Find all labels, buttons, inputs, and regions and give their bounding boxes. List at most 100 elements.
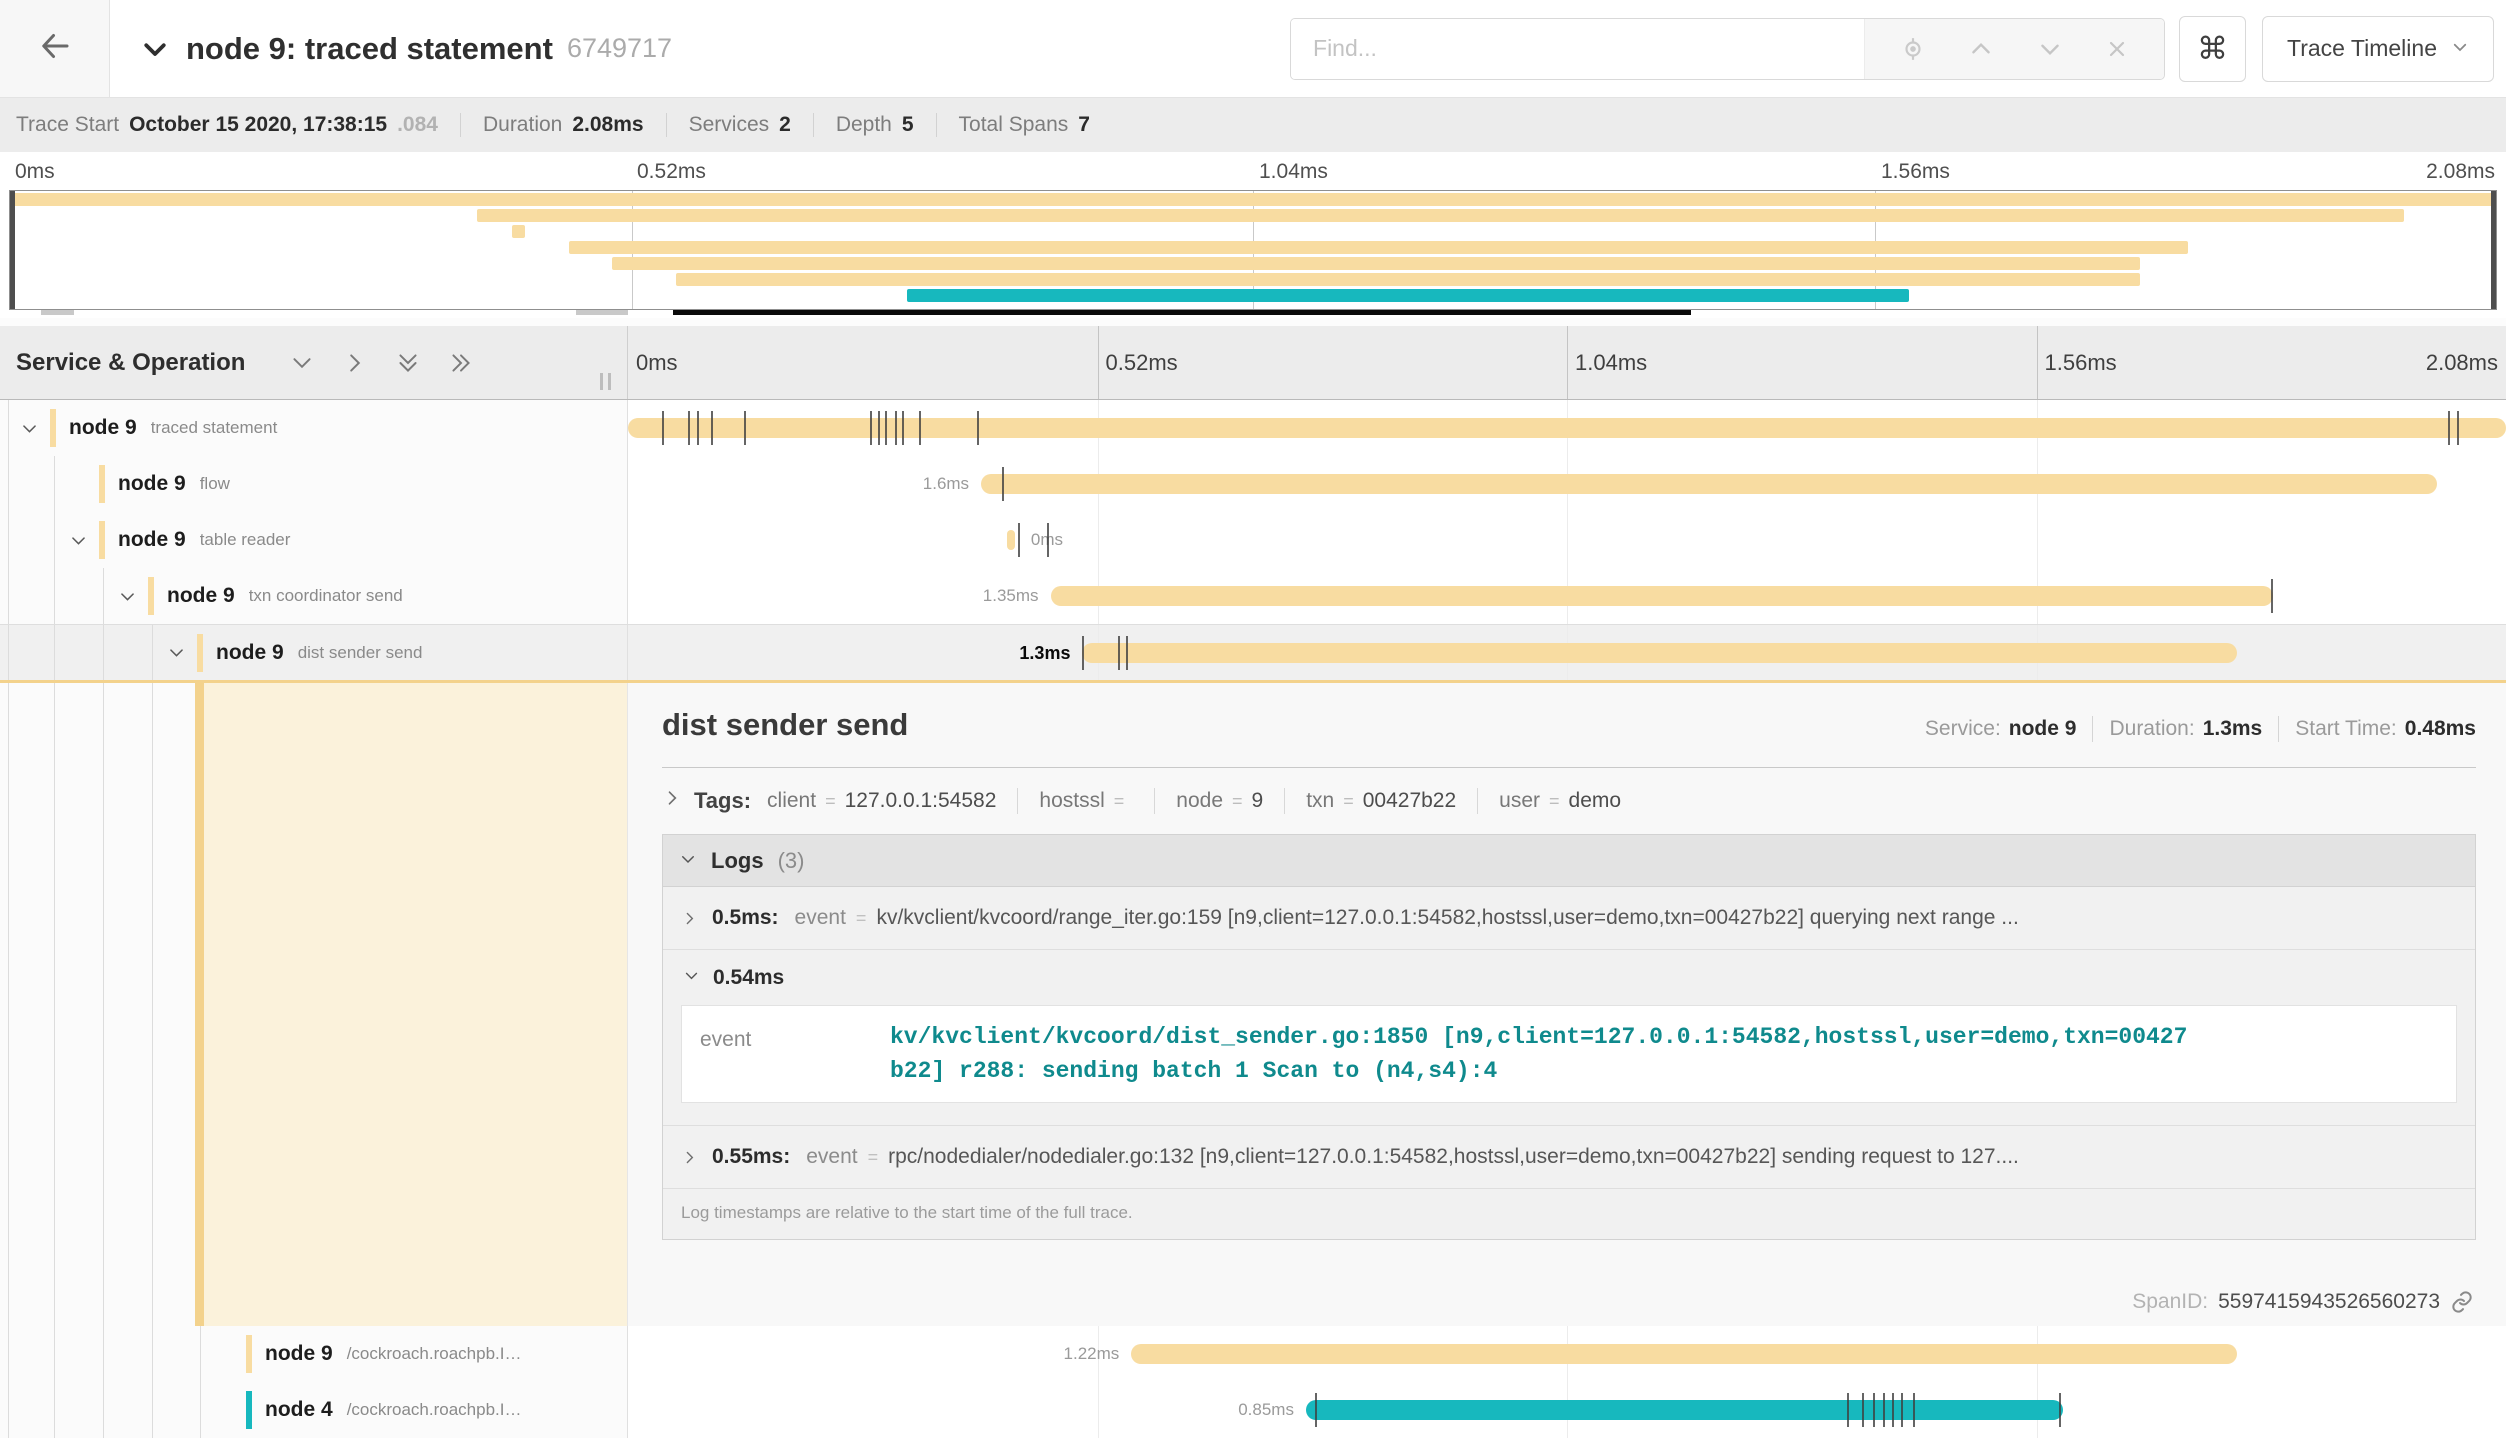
span-row-dist-sender-send[interactable]: node 9dist sender send1.3ms [0,624,2506,680]
span-bar-cell[interactable]: 1.35ms [628,568,2506,624]
span-duration-bar[interactable] [981,474,2436,494]
log-marker-tick [1126,636,1128,670]
span-name-wrap: node 9flow [0,456,627,512]
column-resize-grip[interactable] [600,373,611,390]
logs-footnote: Log timestamps are relative to the start… [663,1189,2475,1239]
span-duration-label: 1.3ms [628,625,1070,680]
span-row-cockroach-roachpb-i[interactable]: node 4/cockroach.roachpb.I…0.85ms [0,1382,2506,1438]
log-entry-1[interactable]: 0.5ms: event = kv/kvclient/kvcoord/range… [663,887,2475,950]
keyboard-shortcuts-button[interactable]: ⌘ [2179,16,2246,82]
span-bar-cell[interactable]: 1.3ms [628,625,2506,680]
span-name-wrap: node 9dist sender send [0,625,627,680]
collapse-chevron-icon[interactable] [118,587,148,606]
span-bar-cell[interactable]: 0.85ms [628,1382,2506,1438]
prev-match-icon[interactable] [1968,36,1994,62]
log-field-value: kv/kvclient/kvcoord/dist_sender.go:1850 … [890,1020,2190,1088]
span-row-flow[interactable]: node 9flow1.6ms [0,456,2506,512]
minimap-scrubber[interactable] [673,310,1691,315]
log-timestamp: 0.5ms: [712,906,779,930]
span-bar-cell[interactable]: 1.6ms [628,456,2506,512]
minimap-span-bar [612,257,2141,270]
span-row-txn-coordinator-send[interactable]: node 9txn coordinator send1.35ms [0,568,2506,624]
logs-accordion-header[interactable]: Logs (3) [663,835,2475,887]
log-marker-tick [1002,467,1004,501]
tags-accordion[interactable]: Tags: client=127.0.0.1:54582 hostssl= no… [662,788,2476,814]
log-marker-tick [878,411,880,445]
span-tree-cell[interactable]: node 9/cockroach.roachpb.I… [0,1326,628,1382]
span-tree-cell[interactable]: node 4/cockroach.roachpb.I… [0,1382,628,1438]
span-tree-cell[interactable]: node 9table reader [0,512,628,568]
log-marker-tick [744,411,746,445]
log-marker-tick [697,411,699,445]
span-duration-bar[interactable] [1051,586,2274,606]
minimap-scrubber-tab[interactable] [576,310,628,315]
trace-depth: Depth5 [836,113,914,137]
span-color-bar [197,634,203,672]
minimap-scrubber-tab[interactable] [41,310,73,315]
collapse-chevron-icon[interactable] [167,643,197,662]
minimap-drag-handle[interactable] [2491,191,2496,309]
collapse-all-icon[interactable] [395,350,421,376]
detail-span-title: dist sender send [662,707,908,743]
deep-link-icon[interactable] [2450,1290,2474,1314]
trace-view-dropdown[interactable]: Trace Timeline [2262,16,2494,82]
span-bar-cell[interactable]: 0ms [628,512,2506,568]
span-duration-label: 0.85ms [628,1382,1294,1438]
expand-one-icon[interactable] [342,350,368,376]
minimap-canvas[interactable] [9,190,2497,310]
timeline-axis: 0ms 0.52ms 1.04ms 1.56ms 2.08ms [628,326,2506,399]
clear-search-icon[interactable] [2105,37,2129,61]
span-tree-cell[interactable]: node 9dist sender send [0,625,628,680]
page-title: node 9: traced statement [186,31,553,67]
span-tree-cell[interactable]: node 9traced statement [0,400,628,456]
log-entry-3[interactable]: 0.55ms: event = rpc/nodedialer/nodediale… [663,1126,2475,1189]
focus-match-icon[interactable] [1900,36,1926,62]
tree-depth-guide [152,683,153,1326]
minimap-span-bar [512,225,524,238]
span-row-table-reader[interactable]: node 9table reader0ms [0,512,2506,568]
tags-label: Tags: [694,788,751,814]
span-duration-bar[interactable] [628,418,2506,438]
log-marker-tick [662,411,664,445]
span-tree-cell[interactable]: node 9txn coordinator send [0,568,628,624]
logs-count: (3) [778,848,805,874]
span-duration-bar[interactable] [1082,643,2237,663]
logs-section: Logs (3) 0.5ms: event = kv/kvclient/kvco… [662,834,2476,1240]
collapse-chevron-icon[interactable] [69,531,99,550]
span-service-name: node 9 [118,472,186,496]
find-input[interactable] [1291,19,1864,79]
span-id-row: SpanID: 5597415943526560273 [2132,1290,2474,1314]
collapse-chevron-icon[interactable] [20,419,50,438]
next-match-icon[interactable] [2037,36,2063,62]
span-operation-name: table reader [200,530,291,550]
log-timestamp: 0.54ms [713,966,784,990]
span-row-cockroach-roachpb-i[interactable]: node 9/cockroach.roachpb.I…1.22ms [0,1326,2506,1382]
log-marker-tick [1873,1393,1875,1427]
span-duration-bar[interactable] [1131,1344,2237,1364]
expand-all-icon[interactable] [448,350,474,376]
chevron-down-icon [2451,35,2469,62]
collapse-title-chevron-icon[interactable] [140,34,170,64]
minimap-span-bar [477,209,2404,222]
command-icon: ⌘ [2197,31,2228,67]
back-button[interactable] [0,0,110,97]
collapse-one-icon[interactable] [289,350,315,376]
tag-client: client=127.0.0.1:54582 [767,789,996,813]
span-row-traced-statement[interactable]: node 9traced statement [0,400,2506,456]
log-marker-tick [885,411,887,445]
span-bar-cell[interactable]: 1.22ms [628,1326,2506,1382]
log-entry-2-header[interactable]: 0.54ms [683,966,2457,990]
span-bar-cell[interactable] [628,400,2506,456]
span-duration-bar[interactable] [1306,1400,2063,1420]
span-id-value: 5597415943526560273 [2218,1290,2440,1314]
span-color-bar [246,1391,252,1429]
span-duration-bar[interactable] [1007,530,1015,550]
log-timestamp: 0.55ms: [712,1145,790,1169]
timeline-gridline [2037,512,2038,568]
span-tree-cell[interactable]: node 9flow [0,456,628,512]
minimap-span-bar [569,241,2187,254]
tag-user: user=demo [1499,789,1621,813]
tree-depth-guide [54,683,55,1326]
trace-title-bar[interactable]: node 9: traced statement 6749717 [110,0,1290,97]
minimap-drag-handle[interactable] [10,191,15,309]
